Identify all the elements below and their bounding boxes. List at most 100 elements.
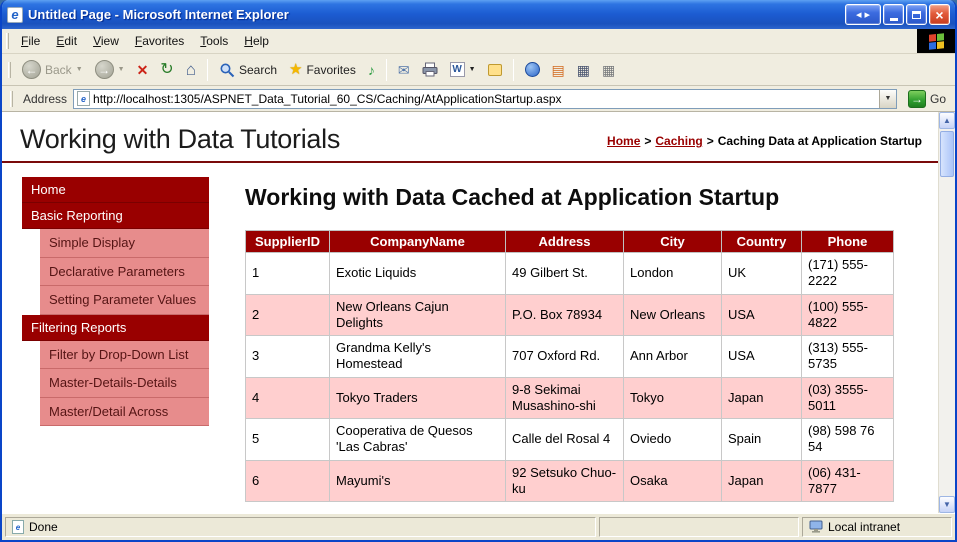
- menu-item-favorites[interactable]: Favorites: [127, 31, 192, 51]
- address-drag-handle[interactable]: [10, 91, 13, 107]
- url-text[interactable]: http://localhost:1305/ASPNET_Data_Tutori…: [93, 92, 879, 106]
- minimize-button[interactable]: [883, 4, 904, 25]
- table-cell: 9-8 Sekimai Musashino-shi: [506, 377, 624, 419]
- scroll-up-button[interactable]: ▲: [939, 112, 955, 129]
- table-row: 4Tokyo Traders9-8 Sekimai Musashino-shiT…: [246, 377, 894, 419]
- sidebar-item-filtering-reports[interactable]: Filtering Reports: [22, 315, 209, 341]
- column-header-address: Address: [506, 231, 624, 253]
- forward-dropdown-caret: ▼: [118, 66, 125, 73]
- table-row: 6Mayumi's92 Setsuko Chuo-kuOsakaJapan(06…: [246, 460, 894, 502]
- column-header-supplierid: SupplierID: [246, 231, 330, 253]
- edit-with-word-button[interactable]: W ▼: [445, 60, 481, 79]
- sidebar-item-master-detail-across[interactable]: Master/Detail Across: [40, 398, 209, 427]
- table-cell: (313) 555-5735: [802, 336, 894, 378]
- go-button[interactable]: → Go: [903, 89, 951, 109]
- window-controls: ◂▸ ×: [845, 4, 950, 25]
- browser-viewport: Working with Data Tutorials Home>Caching…: [2, 112, 955, 513]
- grid-icon: ▦: [602, 63, 615, 77]
- windows-logo-icon: [929, 33, 944, 50]
- table-cell: USA: [722, 294, 802, 336]
- messenger-button[interactable]: [520, 60, 545, 79]
- scroll-up-icon: ▲: [943, 116, 951, 125]
- table-cell: (03) 3555-5011: [802, 377, 894, 419]
- grid-button[interactable]: ▦: [597, 61, 620, 79]
- messenger-icon: [525, 62, 540, 77]
- menu-item-tools[interactable]: Tools: [192, 31, 236, 51]
- table-cell: New Orleans: [624, 294, 722, 336]
- table-cell: Oviedo: [624, 419, 722, 461]
- favorites-button[interactable]: ★ Favorites: [284, 60, 361, 79]
- menu-bar: FileEditViewFavoritesToolsHelp: [2, 29, 955, 54]
- sidebar-item-setting-parameter-values[interactable]: Setting Parameter Values: [40, 286, 209, 315]
- site-title: Working with Data Tutorials: [20, 124, 340, 155]
- table-cell: 5: [246, 419, 330, 461]
- sidebar-item-home[interactable]: Home: [22, 177, 209, 203]
- title-bar[interactable]: e Untitled Page - Microsoft Internet Exp…: [2, 0, 955, 29]
- address-input[interactable]: e http://localhost:1305/ASPNET_Data_Tuto…: [73, 89, 897, 109]
- calculator-icon: ▦: [577, 63, 590, 77]
- column-header-companyname: CompanyName: [330, 231, 506, 253]
- sidebar-item-declarative-parameters[interactable]: Declarative Parameters: [40, 258, 209, 287]
- forward-button[interactable]: → ▼: [90, 58, 130, 81]
- discuss-button[interactable]: [483, 62, 507, 78]
- back-button[interactable]: ← Back ▼: [17, 58, 88, 81]
- window-title: Untitled Page - Microsoft Internet Explo…: [28, 7, 840, 22]
- maximize-button[interactable]: [906, 4, 927, 25]
- search-button[interactable]: Search: [214, 60, 282, 80]
- right-arrow-icon: ▸: [865, 8, 871, 21]
- address-bar: Address e http://localhost:1305/ASPNET_D…: [2, 86, 955, 112]
- local-intranet-icon: [809, 520, 823, 534]
- table-row: 2New Orleans Cajun DelightsP.O. Box 7893…: [246, 294, 894, 336]
- sidebar-item-master-details-details[interactable]: Master-Details-Details: [40, 369, 209, 398]
- status-empty-pane: [599, 517, 799, 537]
- stop-button[interactable]: ✕: [132, 61, 154, 79]
- table-cell: 92 Setsuko Chuo-ku: [506, 460, 624, 502]
- window-pan-button[interactable]: ◂▸: [845, 4, 881, 25]
- page-icon: e: [77, 91, 90, 106]
- table-cell: Exotic Liquids: [330, 253, 506, 295]
- menu-item-file[interactable]: File: [13, 31, 48, 51]
- sidebar-item-filter-by-drop-down-list[interactable]: Filter by Drop-Down List: [40, 341, 209, 370]
- close-button[interactable]: ×: [929, 4, 950, 25]
- column-header-city: City: [624, 231, 722, 253]
- breadcrumb-link-home[interactable]: Home: [607, 134, 640, 148]
- standard-toolbar: ← Back ▼ → ▼ ✕ ↻ ⌂ Search ★ Favorites ♪ …: [2, 54, 955, 86]
- sidebar-item-simple-display[interactable]: Simple Display: [40, 229, 209, 258]
- table-cell: Ann Arbor: [624, 336, 722, 378]
- address-dropdown-button[interactable]: ▼: [879, 90, 896, 108]
- toolbar-drag-handle[interactable]: [8, 62, 11, 78]
- scrollbar-thumb[interactable]: [940, 131, 954, 177]
- page-title: Working with Data Cached at Application …: [245, 183, 815, 212]
- sidebar-item-basic-reporting[interactable]: Basic Reporting: [22, 203, 209, 229]
- table-cell: Spain: [722, 419, 802, 461]
- home-button[interactable]: ⌂: [181, 59, 201, 80]
- calculator-button[interactable]: ▦: [572, 61, 595, 79]
- research-icon: ▤: [552, 63, 565, 77]
- table-cell: 6: [246, 460, 330, 502]
- menu-item-view[interactable]: View: [85, 31, 127, 51]
- status-text: Done: [29, 520, 58, 534]
- done-page-icon: e: [12, 520, 24, 534]
- favorites-icon: ★: [289, 62, 302, 77]
- left-arrow-icon: ◂: [856, 8, 862, 21]
- menu-item-edit[interactable]: Edit: [48, 31, 85, 51]
- mail-button[interactable]: ✉: [393, 61, 415, 79]
- media-button[interactable]: ♪: [363, 61, 380, 79]
- refresh-button[interactable]: ↻: [155, 60, 178, 80]
- edit-dropdown-caret: ▼: [469, 66, 476, 73]
- toolbar-separator: [513, 59, 514, 81]
- web-page: Working with Data Tutorials Home>Caching…: [2, 112, 938, 513]
- research-button[interactable]: ▤: [547, 61, 570, 79]
- menu-drag-handle[interactable]: [6, 33, 9, 49]
- vertical-scrollbar[interactable]: ▲ ▼: [938, 112, 955, 513]
- print-button[interactable]: [417, 60, 443, 79]
- menu-item-help[interactable]: Help: [236, 31, 277, 51]
- scroll-down-button[interactable]: ▼: [939, 496, 955, 513]
- discuss-icon: [488, 64, 502, 76]
- media-icon: ♪: [368, 63, 375, 77]
- breadcrumb-link-caching[interactable]: Caching: [655, 134, 702, 148]
- search-icon: [219, 62, 235, 78]
- back-icon: ←: [22, 60, 41, 79]
- table-cell: USA: [722, 336, 802, 378]
- table-cell: UK: [722, 253, 802, 295]
